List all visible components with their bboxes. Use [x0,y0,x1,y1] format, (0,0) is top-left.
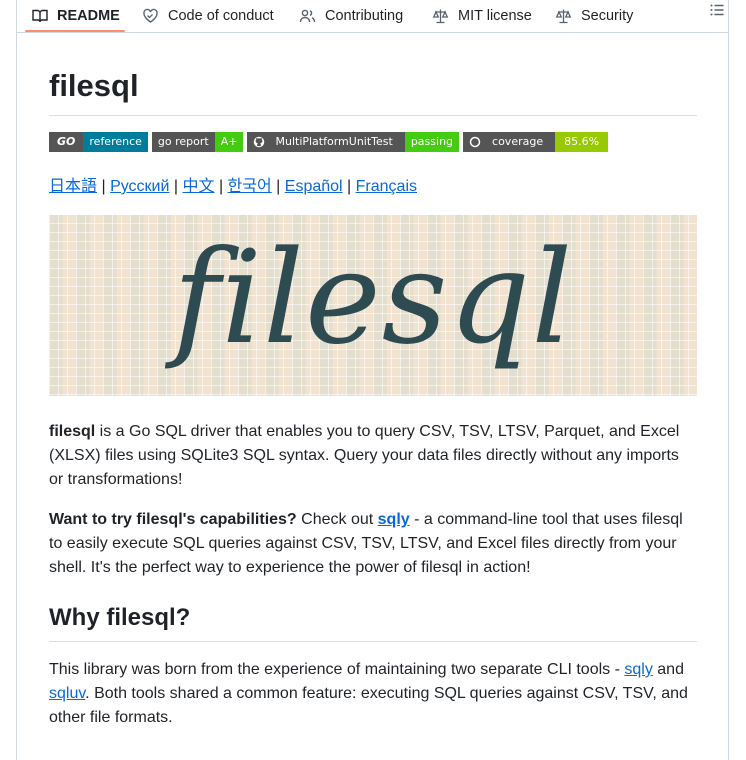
intro-paragraph: filesql is a Go SQL driver that enables … [49,420,697,492]
try-paragraph: Want to try filesql's capabilities? Chec… [49,508,697,580]
list-icon [710,4,724,16]
tab-mit-license-label: MIT license [458,8,532,24]
title-divider [49,115,697,116]
badge-right: reference [83,132,148,152]
tab-code-of-conduct[interactable]: Code of conduct [142,0,274,32]
badge-left: go report [151,132,215,152]
tab-mit-license[interactable]: MIT license [432,0,532,32]
people-icon [299,9,316,23]
why-text-post: . Both tools shared a common feature: ex… [49,685,688,726]
try-text-pre: Check out [296,511,378,528]
scale-icon [432,9,449,24]
badge-left-text: MultiPlatformUnitTest [275,135,393,148]
tab-security-label: Security [581,8,634,24]
lang-link-korean[interactable]: 한국어 [228,178,272,195]
lang-link-russian[interactable]: Русский [110,178,169,195]
badge-right: 85.6% [555,132,609,152]
badge-left: MultiPlatformUnitTest [247,132,405,152]
page-title: filesql [49,68,139,103]
language-links: 日本語 | Русский | 中文 | 한국어 | Español | Fra… [49,178,417,195]
lang-link-spanish[interactable]: Español [285,178,343,195]
badge-left: GO [49,132,84,152]
intro-text: is a Go SQL driver that enables you to q… [49,423,680,488]
tab-code-of-conduct-label: Code of conduct [168,8,274,24]
intro-bold: filesql [49,423,96,440]
badge-left-text: coverage [492,135,544,148]
tab-contributing-label: Contributing [325,8,404,24]
sqluv-link[interactable]: sqluv [49,685,85,702]
tab-security[interactable]: Security [555,0,633,32]
tab-contributing[interactable]: Contributing [299,0,403,32]
active-tab-indicator [25,30,125,32]
heart-handshake-icon [143,8,158,23]
logo-banner: filesql [49,215,697,396]
badge-right: A+ [214,132,244,152]
tab-readme-label: README [57,8,120,24]
badge-go-reference[interactable]: GO reference [49,132,148,152]
badge-left: coverage [463,132,556,152]
why-paragraph: This library was born from the experienc… [49,658,697,730]
scale-icon [555,9,572,24]
why-divider [49,641,697,642]
sqly-link[interactable]: sqly [378,511,410,528]
badge-coverage[interactable]: coverage 85.6% [463,132,609,152]
badge-unit-test[interactable]: MultiPlatformUnitTest passing [247,132,460,152]
lang-link-french[interactable]: Français [356,178,417,195]
badge-row: GO reference go report A+ MultiPlatformU… [49,132,609,152]
banner-logo-text: filesql [172,224,574,373]
tab-readme[interactable]: README [32,0,120,32]
why-text-pre: This library was born from the experienc… [49,661,625,678]
lang-link-chinese[interactable]: 中文 [182,178,214,195]
why-text-mid: and [652,661,684,678]
try-bold: Want to try filesql's capabilities? [49,511,297,528]
book-icon [32,9,48,23]
github-icon [254,136,265,148]
coverage-ring-icon [469,136,481,148]
lang-link-japanese[interactable]: 日本語 [49,178,97,195]
outline-button[interactable] [704,0,730,20]
why-heading: Why filesql? [49,604,191,631]
sqly-link-2[interactable]: sqly [624,661,652,678]
badge-go-report[interactable]: go report A+ [151,132,244,152]
badge-right: passing [404,132,460,152]
